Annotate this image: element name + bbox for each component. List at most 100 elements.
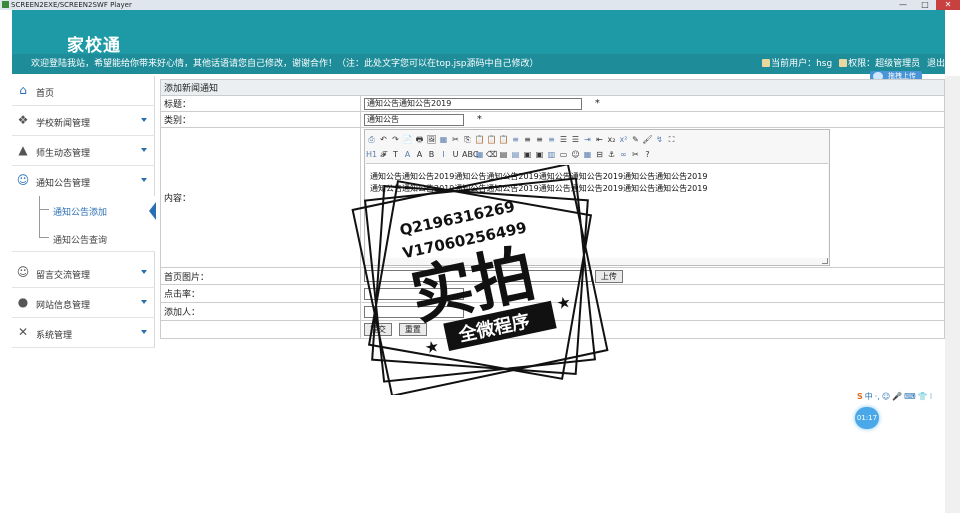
- ime-tool-3-icon[interactable]: 🎤: [892, 392, 902, 401]
- editor-format-16-icon[interactable]: ▭: [558, 149, 569, 160]
- puzzle-icon: ❖: [17, 113, 29, 127]
- editor-format-12-icon[interactable]: ▤: [510, 149, 521, 160]
- editor-tool-12-icon[interactable]: ≡: [510, 134, 521, 145]
- sidebar-item-home[interactable]: ⌂ 首页: [12, 76, 155, 106]
- editor-format-3-icon[interactable]: A: [402, 149, 413, 160]
- site-header: 家校通: [12, 10, 945, 56]
- clicks-input[interactable]: [364, 287, 464, 300]
- editor-tool-3-icon[interactable]: 📄: [402, 134, 413, 145]
- resize-handle[interactable]: [822, 258, 828, 264]
- rich-text-editor: ⎙ ↶ ↷ 📄 🖶 🖼 ▦ ✂ ⎘ 📋 📋 📋 ≡ ≡ ≡ ≡ ☰ ☰ ⇥ ⇤ x₂ x² ✎ 🖌 ↯ ⛶ H1 𝓕 T A A B I U AB…: [364, 129, 830, 266]
- window-titlebar: SCREEN2EXE/SCREEN2SWF Player — □ ✕: [0, 0, 960, 10]
- editor-tool-24-icon[interactable]: ↯: [654, 134, 665, 145]
- editor-tool-6-icon[interactable]: ▦: [438, 134, 449, 145]
- graduation-icon: ▲: [18, 143, 28, 157]
- editor-tool-21-icon[interactable]: x²: [618, 134, 629, 145]
- sidebar-item-site-info[interactable]: ● 网站信息管理: [12, 288, 155, 318]
- editor-format-5-icon[interactable]: B: [426, 149, 437, 160]
- caret-down-icon: [141, 330, 147, 334]
- editor-tool-25-icon[interactable]: ⛶: [666, 134, 677, 145]
- sidebar-subitem-notice-add[interactable]: 通知公告添加: [12, 196, 156, 224]
- editor-tool-0-icon[interactable]: ⎙: [366, 134, 377, 145]
- editor-format-8-icon[interactable]: ABC: [462, 149, 478, 160]
- ime-toolbar[interactable]: S 中 ·, ☺ 🎤 ⌨ 👕 ⁝: [857, 390, 945, 402]
- editor-tool-5-icon[interactable]: 🖼: [426, 134, 437, 145]
- editor-format-23-icon[interactable]: ?: [642, 149, 653, 160]
- editor-format-2-icon[interactable]: T: [390, 149, 401, 160]
- ime-tool-5-icon[interactable]: 👕: [918, 392, 928, 401]
- key-icon: [839, 59, 848, 67]
- required-mark: *: [476, 114, 482, 125]
- page-scrollbar[interactable]: [945, 76, 960, 513]
- editor-format-20-icon[interactable]: ⚓: [606, 149, 617, 160]
- sidebar-item-system[interactable]: ✕ 系统管理: [12, 318, 155, 348]
- ime-tool-1-icon[interactable]: ·,: [875, 392, 880, 401]
- category-input[interactable]: 通知公告: [364, 113, 464, 126]
- editor-toolbar-row2: H1 𝓕 T A A B I U ABC ▦ ⌫ ▤ ▤ ▣ ▣ ▥ ▭ ☺ ▦ ⊟ ⚓ ∞ ✂?: [366, 147, 828, 161]
- sidebar-subitem-notice-query[interactable]: 通知公告查询: [12, 224, 155, 252]
- upload-button[interactable]: 上传: [594, 269, 623, 283]
- editor-tool-4-icon[interactable]: 🖶: [414, 134, 425, 145]
- editor-tool-18-icon[interactable]: ⇥: [582, 134, 593, 145]
- site-logo: 家校通: [67, 36, 121, 56]
- editor-tool-23-icon[interactable]: 🖌: [642, 134, 653, 145]
- editor-content-area[interactable]: 通知公告通知公告2019通知公告通知公告2019通知公告通知公告2019通知公告…: [366, 163, 828, 258]
- editor-tool-9-icon[interactable]: 📋: [474, 134, 485, 145]
- editor-format-14-icon[interactable]: ▣: [534, 149, 545, 160]
- editor-format-7-icon[interactable]: U: [450, 149, 461, 160]
- editor-tool-10-icon[interactable]: 📋: [486, 134, 497, 145]
- editor-format-18-icon[interactable]: ▦: [582, 149, 593, 160]
- editor-tool-2-icon[interactable]: ↷: [390, 134, 401, 145]
- sidebar-item-notice[interactable]: ☺ 通知公告管理: [12, 166, 155, 196]
- editor-format-9-icon[interactable]: ▦: [474, 149, 485, 160]
- reset-button[interactable]: 重置: [398, 323, 427, 336]
- sidebar-subitem-label: 通知公告查询: [53, 236, 108, 246]
- editor-format-0-icon[interactable]: H1: [366, 149, 377, 160]
- editor-tool-1-icon[interactable]: ↶: [378, 134, 389, 145]
- sidebar-item-message[interactable]: ☺ 留言交流管理: [12, 258, 155, 288]
- editor-tool-7-icon[interactable]: ✂: [450, 134, 461, 145]
- editor-tool-20-icon[interactable]: x₂: [606, 134, 617, 145]
- editor-format-15-icon[interactable]: ▥: [546, 149, 557, 160]
- editor-format-1-icon[interactable]: 𝓕: [378, 149, 389, 160]
- adder-input[interactable]: [364, 305, 464, 318]
- image-label: 首页图片：: [160, 267, 361, 285]
- editor-format-4-icon[interactable]: A: [414, 149, 425, 160]
- editor-tool-15-icon[interactable]: ≡: [546, 134, 557, 145]
- editor-tool-13-icon[interactable]: ≡: [522, 134, 533, 145]
- editor-tool-14-icon[interactable]: ≡: [534, 134, 545, 145]
- sidebar-item-label: 网站信息管理: [36, 301, 91, 311]
- sidebar-subitem-label: 通知公告添加: [53, 208, 108, 218]
- editor-format-10-icon[interactable]: ⌫: [486, 149, 497, 160]
- sogou-logo-icon: S: [857, 391, 863, 401]
- editor-tool-16-icon[interactable]: ☰: [558, 134, 569, 145]
- sidebar-item-teacher-student[interactable]: ▲ 师生动态管理: [12, 136, 155, 166]
- sidebar-item-label: 通知公告管理: [36, 179, 91, 189]
- welcome-text: 欢迎登陆我站，希望能给你带来好心情，其他话语请您自己修改，谢谢合作！（注：此处文…: [31, 59, 539, 69]
- editor-tool-17-icon[interactable]: ☰: [570, 134, 581, 145]
- editor-format-21-icon[interactable]: ∞: [618, 149, 629, 160]
- close-button[interactable]: ✕: [936, 0, 960, 10]
- ime-tool-4-icon[interactable]: ⌨: [904, 392, 916, 401]
- minimize-button[interactable]: —: [892, 0, 914, 10]
- ime-tool-0-icon[interactable]: 中: [865, 391, 873, 402]
- editor-tool-19-icon[interactable]: ⇤: [594, 134, 605, 145]
- logout-link[interactable]: 退出: [927, 59, 945, 69]
- title-input[interactable]: 通知公告通知公告2019: [364, 97, 582, 110]
- editor-format-13-icon[interactable]: ▣: [522, 149, 533, 160]
- editor-format-11-icon[interactable]: ▤: [498, 149, 509, 160]
- submit-button[interactable]: 提交: [364, 323, 392, 336]
- image-path-input[interactable]: [364, 270, 592, 282]
- editor-tool-11-icon[interactable]: 📋: [498, 134, 509, 145]
- user-icon: ●: [17, 295, 29, 309]
- editor-tool-8-icon[interactable]: ⎘: [462, 134, 473, 145]
- sidebar-item-school-news[interactable]: ❖ 学校新闻管理: [12, 106, 155, 136]
- maximize-button[interactable]: □: [914, 0, 936, 10]
- editor-format-22-icon[interactable]: ✂: [630, 149, 641, 160]
- editor-format-19-icon[interactable]: ⊟: [594, 149, 605, 160]
- ime-tool-2-icon[interactable]: ☺: [882, 392, 890, 401]
- editor-format-6-icon[interactable]: I: [438, 149, 449, 160]
- editor-tool-22-icon[interactable]: ✎: [630, 134, 641, 145]
- ime-tool-6-icon[interactable]: ⁝: [930, 392, 933, 401]
- editor-format-17-icon[interactable]: ☺: [570, 149, 581, 160]
